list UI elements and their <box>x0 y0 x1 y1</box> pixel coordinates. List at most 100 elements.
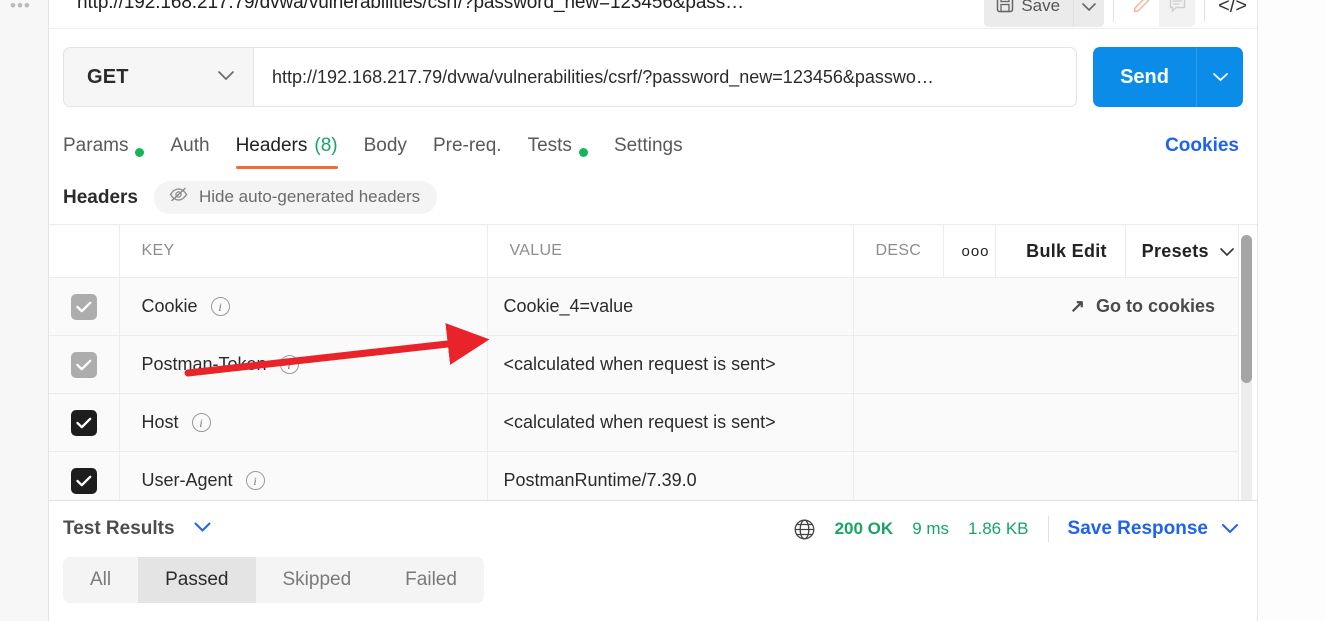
edit-button[interactable] <box>1123 0 1160 27</box>
table-header-row: KEY VALUE DESC ooo Bulk Edit Presets <box>49 225 1239 278</box>
row-action-cell <box>853 393 1239 452</box>
tab-label: Headers <box>235 135 308 156</box>
headers-table-wrapper: KEY VALUE DESC ooo Bulk Edit Presets Coo… <box>49 224 1257 500</box>
save-dropdown-button[interactable] <box>1073 0 1105 27</box>
tab-dot-indicator <box>135 148 145 157</box>
key-group: Host i <box>142 412 486 433</box>
right-panel <box>1258 0 1326 621</box>
tab-params[interactable]: Params <box>63 121 157 169</box>
row-checkbox-cell[interactable] <box>49 393 120 452</box>
url-input[interactable]: http://192.168.217.79/dvwa/vulnerabiliti… <box>253 47 1078 107</box>
row-key-cell[interactable]: User-Agent i <box>119 451 488 500</box>
tab-count: (8) <box>314 135 338 156</box>
more-options-button[interactable]: ooo <box>943 225 996 278</box>
tab-label: Pre-req. <box>432 135 502 156</box>
tab-body[interactable]: Body <box>351 121 420 169</box>
tab-tests[interactable]: Tests <box>515 121 601 169</box>
tab-settings[interactable]: Settings <box>601 121 696 169</box>
presets-button[interactable]: Presets <box>1125 225 1239 278</box>
tab-auth[interactable]: Auth <box>157 121 222 169</box>
tab-label: Settings <box>613 135 683 156</box>
url-value: http://192.168.217.79/dvwa/vulnerabiliti… <box>272 66 934 87</box>
row-checkbox-cell[interactable] <box>49 277 120 336</box>
topbar-actions: Save </> <box>984 0 1247 27</box>
save-label: Save <box>1021 0 1061 15</box>
checkbox-checked-icon[interactable] <box>70 293 97 320</box>
response-time: 9 ms <box>912 519 950 538</box>
meta-divider <box>1047 516 1049 542</box>
cookies-link[interactable]: Cookies <box>1165 135 1239 157</box>
header-key-label: User-Agent <box>141 470 233 490</box>
chevron-down-icon <box>1221 518 1239 540</box>
table-row[interactable]: Host i <calculated when request is sent> <box>49 393 1239 452</box>
test-filter-row: All Passed Skipped Failed <box>49 557 1257 603</box>
filter-failed[interactable]: Failed <box>378 557 484 603</box>
chevron-down-icon[interactable] <box>193 520 212 538</box>
active-tab-underline <box>235 166 338 169</box>
filter-skipped[interactable]: Skipped <box>256 557 379 603</box>
external-link-icon: ↗ <box>1069 296 1085 316</box>
row-value-cell[interactable]: <calculated when request is sent> <box>487 393 854 452</box>
comment-button[interactable] <box>1159 0 1196 27</box>
chevron-down-icon <box>217 68 235 86</box>
tab-headers[interactable]: Headers (8) <box>223 121 351 169</box>
send-dropdown-button[interactable] <box>1196 47 1243 107</box>
info-icon[interactable]: i <box>245 471 265 490</box>
key-group: Postman-Token i <box>142 354 486 375</box>
presets-label: Presets <box>1141 240 1209 261</box>
hide-auto-generated-headers-button[interactable]: Hide auto-generated headers <box>154 181 438 214</box>
checkbox-checked-icon[interactable] <box>70 351 97 378</box>
header-key-label: Host <box>141 412 179 432</box>
header-key-label: Cookie <box>141 296 198 316</box>
comment-icon <box>1168 0 1187 19</box>
rail-more-icon[interactable]: ••• <box>10 0 31 16</box>
col-header-value: VALUE <box>487 225 854 278</box>
test-results-group[interactable]: Test Results <box>63 518 212 540</box>
headers-toolbar: Headers Hide auto-generated headers <box>49 169 1257 224</box>
save-button[interactable]: Save <box>984 0 1074 27</box>
test-results-label: Test Results <box>63 518 175 539</box>
table-row[interactable]: Cookie i Cookie_4=value ↗ Go to cookies <box>49 277 1239 336</box>
table-row[interactable]: User-Agent i PostmanRuntime/7.39.0 <box>49 451 1239 500</box>
request-topbar: http://192.168.217.79/dvwa/vulnerabiliti… <box>49 0 1257 29</box>
save-icon <box>996 0 1014 18</box>
response-header: Test Results 200 OK 9 ms 1.86 KB Save Re… <box>49 501 1257 557</box>
tab-pre-request[interactable]: Pre-req. <box>420 121 515 169</box>
save-response-button[interactable]: Save Response <box>1068 518 1239 540</box>
col-header-key: KEY <box>119 225 488 278</box>
code-snippet-icon[interactable]: </> <box>1218 0 1247 18</box>
url-row: GET http://192.168.217.79/dvwa/vulnerabi… <box>49 29 1257 121</box>
info-icon[interactable]: i <box>210 297 230 316</box>
more-options-label: ooo <box>961 242 990 260</box>
row-key-cell[interactable]: Cookie i <box>119 277 488 336</box>
filter-passed[interactable]: Passed <box>138 557 256 603</box>
table-scrollbar-thumb[interactable] <box>1241 235 1252 383</box>
row-key-cell[interactable]: Postman-Token i <box>119 335 488 394</box>
headers-table: KEY VALUE DESC ooo Bulk Edit Presets Coo… <box>49 225 1239 500</box>
row-checkbox-cell[interactable] <box>49 335 120 394</box>
header-key-label: Postman-Token <box>141 354 267 374</box>
status-code: 200 OK <box>834 519 894 538</box>
checkbox-checked-icon[interactable] <box>70 467 97 494</box>
bulk-edit-button[interactable]: Bulk Edit <box>995 225 1126 278</box>
info-icon[interactable]: i <box>279 355 299 374</box>
checkbox-checked-icon[interactable] <box>70 409 97 436</box>
response-meta: 200 OK 9 ms 1.86 KB Save Response <box>793 516 1239 542</box>
method-selector[interactable]: GET <box>63 47 253 107</box>
response-size: 1.86 KB <box>968 519 1029 538</box>
row-value-cell[interactable]: Cookie_4=value <box>487 277 854 336</box>
send-button[interactable]: Send <box>1093 47 1196 107</box>
table-scrollbar-track[interactable] <box>1241 235 1252 500</box>
filter-all[interactable]: All <box>63 557 138 603</box>
eye-off-icon <box>169 187 188 207</box>
request-panel: http://192.168.217.79/dvwa/vulnerabiliti… <box>49 0 1258 621</box>
row-checkbox-cell[interactable] <box>49 451 120 500</box>
row-value-cell[interactable]: PostmanRuntime/7.39.0 <box>487 451 854 500</box>
go-to-cookies-link[interactable]: ↗ Go to cookies <box>855 296 1238 317</box>
table-row[interactable]: Postman-Token i <calculated when request… <box>49 335 1239 394</box>
row-value-cell[interactable]: <calculated when request is sent> <box>487 335 854 394</box>
info-icon[interactable]: i <box>191 413 211 432</box>
row-key-cell[interactable]: Host i <box>119 393 488 452</box>
row-action-cell <box>853 451 1239 500</box>
key-group: Cookie i <box>142 296 486 317</box>
